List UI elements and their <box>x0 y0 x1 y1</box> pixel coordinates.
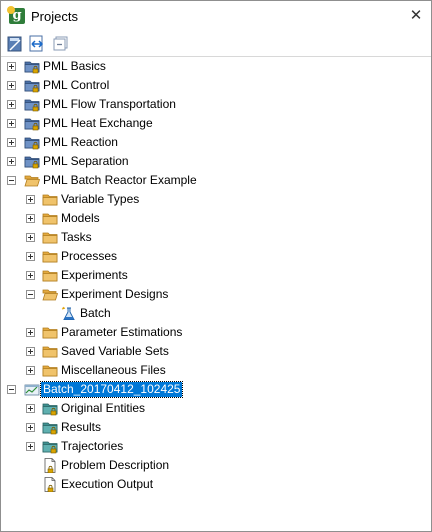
collapse-icon[interactable] <box>26 290 35 299</box>
new-project-icon[interactable] <box>6 35 24 53</box>
tree-item-label[interactable]: PML Heat Exchange <box>41 116 155 131</box>
folder-icon <box>42 192 58 207</box>
expand-icon[interactable] <box>7 138 16 147</box>
folder-icon <box>42 211 58 226</box>
library-folder-locked-icon <box>24 116 40 131</box>
tree-row[interactable]: PML Control <box>1 76 431 95</box>
tree-row[interactable]: Models <box>1 209 431 228</box>
tree-item-label[interactable]: Processes <box>59 249 119 264</box>
expand-icon[interactable] <box>26 328 35 337</box>
document-locked-icon <box>42 477 58 493</box>
tree-row[interactable]: PML Reaction <box>1 133 431 152</box>
tree-row[interactable]: PML Separation <box>1 152 431 171</box>
folder-icon <box>42 230 58 245</box>
expand-icon[interactable] <box>26 252 35 261</box>
tree-row[interactable]: Batch_20170412_102425 <box>1 380 431 399</box>
document-locked-icon <box>42 458 58 474</box>
tree-item-label[interactable]: PML Reaction <box>41 135 120 150</box>
tree-item-label[interactable]: Trajectories <box>59 439 125 454</box>
tree-item-label[interactable]: Problem Description <box>59 458 171 473</box>
tree-item-label[interactable]: PML Batch Reactor Example <box>41 173 199 188</box>
tree-row[interactable]: PML Basics <box>1 57 431 76</box>
results-case-icon <box>24 382 40 397</box>
tree-item-label[interactable]: PML Separation <box>41 154 131 169</box>
tree-row[interactable]: Experiments <box>1 266 431 285</box>
expand-icon[interactable] <box>7 157 16 166</box>
tree-row[interactable]: Variable Types <box>1 190 431 209</box>
tree-row[interactable]: Miscellaneous Files <box>1 361 431 380</box>
flask-icon <box>61 306 77 321</box>
tree-item-label[interactable]: Batch <box>78 306 113 321</box>
expand-icon[interactable] <box>7 100 16 109</box>
expand-icon[interactable] <box>26 442 35 451</box>
tree-row[interactable]: Processes <box>1 247 431 266</box>
teal-folder-locked-icon <box>42 439 58 454</box>
tree-item-label[interactable]: Miscellaneous Files <box>59 363 168 378</box>
toolbar <box>1 32 431 57</box>
expand-icon[interactable] <box>26 423 35 432</box>
collapse-all-icon[interactable] <box>52 35 70 53</box>
tree-item-label[interactable]: Experiments <box>59 268 130 283</box>
tree-row[interactable]: PML Flow Transportation <box>1 95 431 114</box>
tree-item-label[interactable]: Saved Variable Sets <box>59 344 171 359</box>
tree-row[interactable]: Tasks <box>1 228 431 247</box>
tree-row[interactable]: PML Heat Exchange <box>1 114 431 133</box>
collapse-icon[interactable] <box>7 176 16 185</box>
tree-item-label[interactable]: PML Control <box>41 78 111 93</box>
library-folder-locked-icon <box>24 97 40 112</box>
expand-icon[interactable] <box>7 62 16 71</box>
folder-icon <box>42 268 58 283</box>
library-folder-locked-icon <box>24 154 40 169</box>
tree-item-label[interactable]: Execution Output <box>59 477 155 492</box>
window-title: Projects <box>31 9 78 24</box>
tree-row[interactable]: Trajectories <box>1 437 431 456</box>
tree-item-label[interactable]: Parameter Estimations <box>59 325 184 340</box>
expand-icon[interactable] <box>26 195 35 204</box>
projects-window: g Projects ✕ PML Basics PML Control PML … <box>0 0 432 532</box>
tree-item-label[interactable]: PML Flow Transportation <box>41 97 178 112</box>
folder-icon <box>42 325 58 340</box>
library-folder-locked-icon <box>24 78 40 93</box>
expand-icon[interactable] <box>26 271 35 280</box>
tree-row[interactable]: Results <box>1 418 431 437</box>
expand-icon[interactable] <box>26 366 35 375</box>
tree-row[interactable]: Batch <box>1 304 431 323</box>
expand-icon[interactable] <box>26 404 35 413</box>
folder-icon <box>42 344 58 359</box>
expand-icon[interactable] <box>26 233 35 242</box>
folder-open-icon <box>24 173 41 188</box>
tree-item-label[interactable]: Tasks <box>59 230 94 245</box>
tree-row[interactable]: PML Batch Reactor Example <box>1 171 431 190</box>
expand-icon[interactable] <box>7 119 16 128</box>
teal-folder-locked-icon <box>42 401 58 416</box>
tree-row[interactable]: Original Entities <box>1 399 431 418</box>
tree-row[interactable]: Saved Variable Sets <box>1 342 431 361</box>
tree-item-label[interactable]: Batch_20170412_102425 <box>39 381 184 398</box>
tree-item-label[interactable]: Variable Types <box>59 192 141 207</box>
tree-item-label[interactable]: Results <box>59 420 103 435</box>
collapse-icon[interactable] <box>7 385 16 394</box>
expand-icon[interactable] <box>7 81 16 90</box>
tree-item-label[interactable]: Original Entities <box>59 401 147 416</box>
tree-row[interactable]: Experiment Designs <box>1 285 431 304</box>
expand-icon[interactable] <box>26 214 35 223</box>
folder-icon <box>42 363 58 378</box>
link-editor-icon[interactable] <box>28 35 46 53</box>
tree-item-label[interactable]: Models <box>59 211 102 226</box>
tree-row[interactable]: Execution Output <box>1 475 431 494</box>
title-bar: g Projects ✕ <box>1 1 431 32</box>
close-button[interactable]: ✕ <box>405 5 427 27</box>
folder-open-icon <box>42 287 59 302</box>
library-folder-locked-icon <box>24 59 40 74</box>
expand-icon[interactable] <box>26 347 35 356</box>
folder-icon <box>42 249 58 264</box>
tree-row[interactable]: Problem Description <box>1 456 431 475</box>
tree-row[interactable]: Parameter Estimations <box>1 323 431 342</box>
library-folder-locked-icon <box>24 135 40 150</box>
tree-item-label[interactable]: Experiment Designs <box>59 287 170 302</box>
teal-folder-locked-icon <box>42 420 58 435</box>
gproms-logo-icon: g <box>7 6 25 24</box>
tree-item-label[interactable]: PML Basics <box>41 59 108 74</box>
